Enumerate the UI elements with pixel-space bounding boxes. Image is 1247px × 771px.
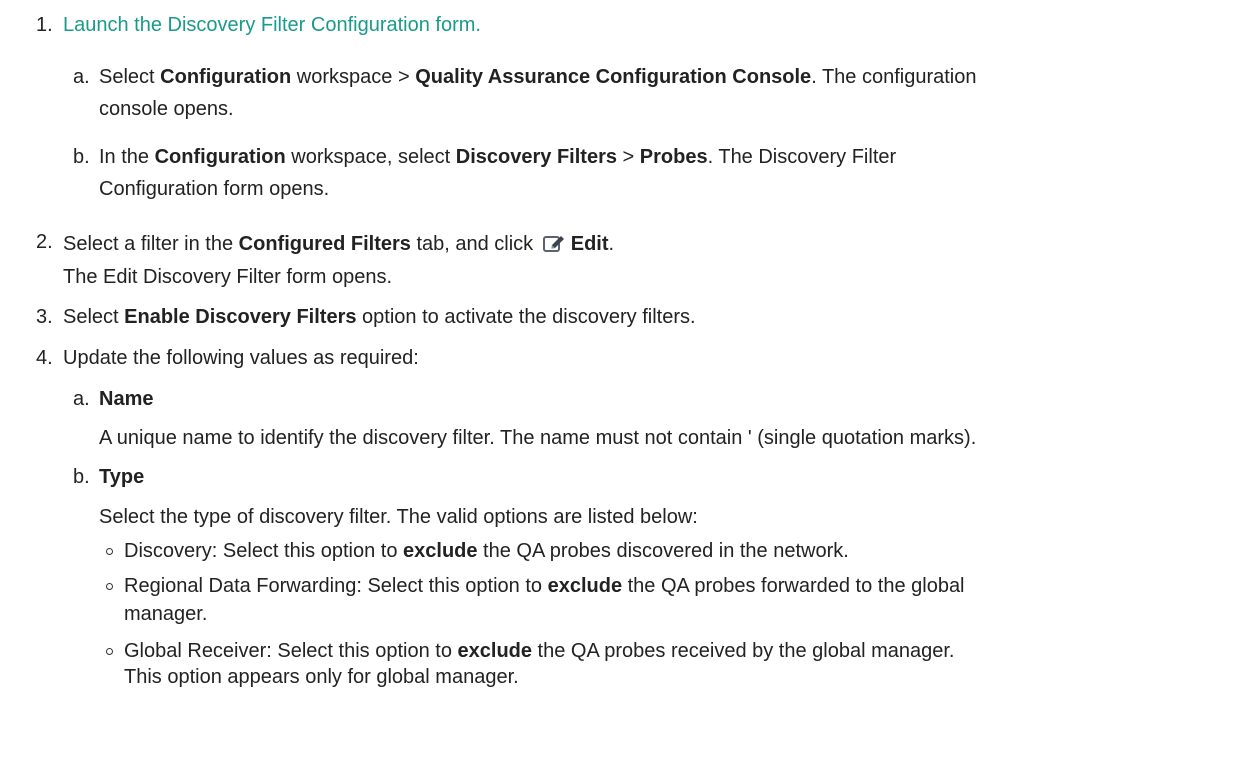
step-1b-text: In the Configuration workspace, select D… xyxy=(99,146,897,168)
bullet-icon xyxy=(106,548,113,555)
step-4b-letter: b. xyxy=(73,466,90,488)
step-1a-text: Select Configuration workspace > Quality… xyxy=(99,66,977,88)
edit-icon xyxy=(542,233,565,259)
step-2-text: Select a filter in the Configured Filter… xyxy=(63,232,614,259)
name-field-title: Name xyxy=(99,388,154,410)
name-field-description: A unique name to identify the discovery … xyxy=(99,427,977,449)
step-3-number: 3. xyxy=(36,306,53,328)
step-3-text: Select Enable Discovery Filters option t… xyxy=(63,306,696,328)
step-2-text-cont: The Edit Discovery Filter form opens. xyxy=(63,266,392,288)
option-global-receiver-cont: This option appears only for global mana… xyxy=(124,666,519,688)
option-global-receiver: Global Receiver: Select this option to e… xyxy=(124,640,955,662)
step-1b-text-cont: Configuration form opens. xyxy=(99,178,330,200)
step-4-number: 4. xyxy=(36,347,53,369)
step-1-number: 1. xyxy=(36,14,53,36)
step-4-text: Update the following values as required: xyxy=(63,347,419,369)
step-2-number: 2. xyxy=(36,231,53,253)
launch-form-link[interactable]: Launch the Discovery Filter Configuratio… xyxy=(63,13,481,37)
step-1a-text-cont: console opens. xyxy=(99,98,234,120)
type-field-description: Select the type of discovery filter. The… xyxy=(99,506,698,528)
type-field-title: Type xyxy=(99,466,145,488)
option-regional-data-forwarding-cont: manager. xyxy=(124,603,208,625)
bullet-icon xyxy=(106,583,113,590)
step-1a-letter: a. xyxy=(73,66,90,88)
step-1b-letter: b. xyxy=(73,146,90,168)
option-discovery: Discovery: Select this option to exclude… xyxy=(124,540,849,562)
bullet-icon xyxy=(106,648,113,655)
step-4a-letter: a. xyxy=(73,388,90,410)
option-regional-data-forwarding: Regional Data Forwarding: Select this op… xyxy=(124,575,965,597)
